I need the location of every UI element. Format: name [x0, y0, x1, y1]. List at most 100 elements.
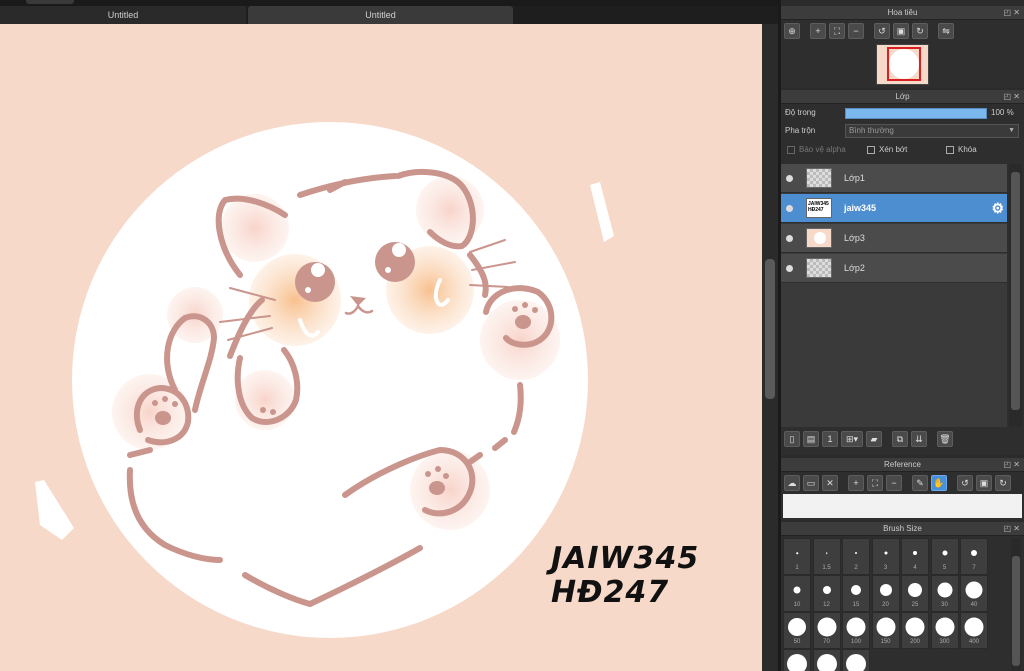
add-layer-menu-icon[interactable]: ⊞▾ — [841, 431, 863, 447]
zoom-icon[interactable]: ⊕ — [784, 23, 800, 39]
rotate-right-icon[interactable]: ↻ — [995, 475, 1011, 491]
visibility-icon[interactable] — [786, 235, 793, 242]
brush-size-cell[interactable]: 15 — [842, 575, 870, 612]
brush-size-cell[interactable]: 10 — [783, 575, 811, 612]
cloud-icon[interactable]: ☁ — [784, 475, 800, 491]
brush-size-cell[interactable] — [783, 649, 811, 671]
panel-controls[interactable]: ◰ ✕ — [1004, 6, 1020, 20]
layer-row[interactable]: Lớp2 — [781, 254, 1007, 283]
viewport-frame[interactable] — [887, 47, 921, 81]
navigator-title: Hoa tiêu — [887, 8, 918, 17]
trash-icon[interactable]: 🗑 — [937, 431, 953, 447]
gear-icon[interactable]: ⚙ — [991, 200, 1004, 217]
new-halftone-layer-icon[interactable]: ▤ — [803, 431, 819, 447]
brush-size-cell[interactable]: 25 — [901, 575, 929, 612]
brush-size-cell[interactable] — [812, 649, 841, 671]
layer-name: jaiw345 — [844, 203, 877, 213]
folder-icon[interactable]: ▰ — [866, 431, 882, 447]
panel-controls[interactable]: ◰ ✕ — [1004, 458, 1020, 472]
opacity-slider[interactable] — [845, 108, 987, 119]
reset-view-icon[interactable]: ▣ — [976, 475, 992, 491]
new-1bit-layer-icon[interactable]: 1 — [822, 431, 838, 447]
brush-size-header: Brush Size ◰ ✕ — [781, 522, 1024, 536]
scrollbar-thumb[interactable] — [1011, 172, 1020, 410]
rotate-left-icon[interactable]: ↺ — [957, 475, 973, 491]
brush-size-cell[interactable]: 20 — [871, 575, 900, 612]
panel-controls[interactable]: ◰ ✕ — [1004, 522, 1020, 536]
duplicate-layer-icon[interactable]: ⧉ — [892, 431, 908, 447]
document-tabbar: Untitled Untitled — [0, 0, 778, 24]
clipping-label: Xén bớt — [879, 145, 908, 154]
brush-size-cell[interactable]: 12 — [812, 575, 841, 612]
layer-list-scrollbar[interactable] — [1009, 164, 1022, 427]
signature-line-2: HĐ247 — [551, 575, 670, 610]
brush-size-cell[interactable]: 5 — [930, 538, 959, 575]
flip-icon[interactable]: ⇋ — [938, 23, 954, 39]
reset-view-icon[interactable]: ▣ — [893, 23, 909, 39]
brush-size-cell[interactable]: 3 — [871, 538, 900, 575]
brush-size-scrollbar[interactable] — [1011, 538, 1021, 671]
sparkle — [590, 182, 614, 242]
tab-untitled-1[interactable]: Untitled — [0, 6, 246, 24]
brush-size-cell[interactable]: 4 — [901, 538, 929, 575]
brush-dot-icon — [905, 617, 925, 637]
rotate-left-icon[interactable]: ↺ — [874, 23, 890, 39]
zoom-out-icon[interactable]: − — [886, 475, 902, 491]
brush-dot-icon — [816, 654, 837, 671]
zoom-out-icon[interactable]: − — [848, 23, 864, 39]
scrollbar-thumb[interactable] — [765, 259, 775, 399]
brush-size-cell[interactable]: 7 — [960, 538, 988, 575]
scrollbar-thumb[interactable] — [1012, 556, 1020, 666]
layer-row[interactable]: Lớp1 — [781, 164, 1007, 193]
brush-dot-icon — [851, 585, 861, 595]
protect-alpha-label: Bảo vệ alpha — [799, 145, 846, 154]
brush-size-label: 400 — [968, 639, 979, 645]
merge-layer-icon[interactable]: ⇊ — [911, 431, 927, 447]
layer-row-selected[interactable]: JAIW345 HĐ247 jaiw345 ⚙ — [781, 194, 1007, 223]
protect-alpha-checkbox[interactable]: Bảo vệ alpha — [787, 145, 846, 154]
layer-row[interactable]: Lớp3 — [781, 224, 1007, 253]
fit-icon[interactable]: ⛶ — [867, 475, 883, 491]
brush-size-cell[interactable]: 1.5 — [812, 538, 841, 575]
blend-mode-select[interactable]: Bình thường ▼ — [845, 124, 1019, 138]
brush-size-cell[interactable]: 300 — [930, 612, 959, 649]
tab-untitled-2[interactable]: Untitled — [248, 6, 513, 24]
clipping-checkbox[interactable]: Xén bớt — [867, 145, 907, 154]
new-layer-icon[interactable]: ▯ — [784, 431, 800, 447]
open-folder-icon[interactable]: ▭ — [803, 475, 819, 491]
brush-dot-icon — [913, 551, 917, 555]
brush-size-cell[interactable]: 100 — [842, 612, 870, 649]
brush-size-cell[interactable] — [842, 649, 870, 671]
drawing-canvas[interactable]: JAIW345 HĐ247 — [0, 24, 762, 671]
brush-size-cell[interactable]: 200 — [901, 612, 929, 649]
layer-name: Lớp3 — [844, 233, 865, 243]
close-icon[interactable]: ✕ — [822, 475, 838, 491]
brush-size-cell[interactable]: 40 — [960, 575, 988, 612]
eyedropper-icon[interactable]: ✎ — [912, 475, 928, 491]
brush-size-label: 12 — [823, 602, 830, 608]
rotate-right-icon[interactable]: ↻ — [912, 23, 928, 39]
visibility-icon[interactable] — [786, 175, 793, 182]
fit-icon[interactable]: ⛶ — [829, 23, 845, 39]
navigator-preview[interactable] — [876, 44, 929, 85]
layer-thumbnail — [806, 258, 832, 278]
brush-size-cell[interactable]: 400 — [960, 612, 988, 649]
brush-size-cell[interactable]: 50 — [783, 612, 811, 649]
brush-size-cell[interactable]: 1 — [783, 538, 811, 575]
zoom-in-icon[interactable]: + — [810, 23, 826, 39]
toolbar-button[interactable] — [26, 0, 74, 4]
reference-image-area[interactable] — [783, 494, 1022, 518]
brush-size-cell[interactable]: 70 — [812, 612, 841, 649]
brush-size-cell[interactable]: 2 — [842, 538, 870, 575]
hand-icon[interactable]: ✋ — [931, 475, 947, 491]
canvas-scrollbar[interactable] — [762, 24, 778, 671]
brush-size-cell[interactable]: 30 — [930, 575, 959, 612]
visibility-icon[interactable] — [786, 265, 793, 272]
zoom-in-icon[interactable]: + — [848, 475, 864, 491]
brush-size-cell[interactable]: 150 — [871, 612, 900, 649]
panel-controls[interactable]: ◰ ✕ — [1004, 90, 1020, 104]
visibility-icon[interactable] — [786, 205, 793, 212]
brush-dot-icon — [787, 654, 807, 671]
lock-checkbox[interactable]: Khóa — [946, 145, 977, 154]
reference-title: Reference — [884, 460, 921, 469]
